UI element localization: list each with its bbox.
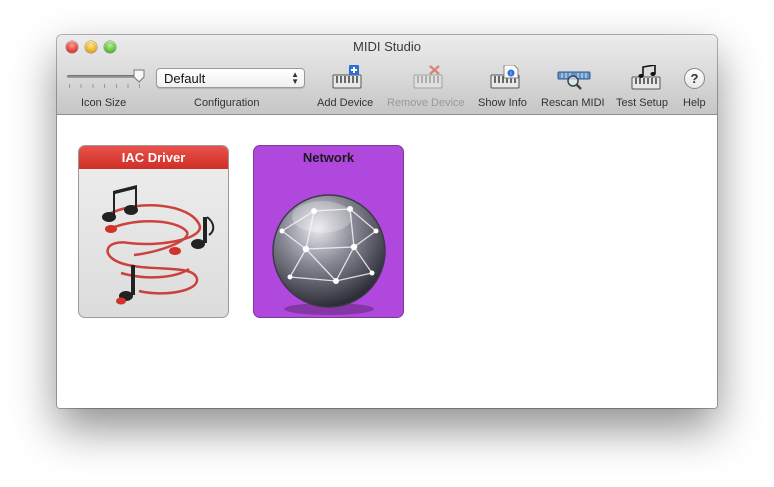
popup-arrows-icon: ▲ ▼ — [291, 70, 299, 86]
window-title: MIDI Studio — [353, 39, 421, 54]
rescan-midi-icon — [557, 71, 591, 90]
test-setup-button[interactable] — [630, 64, 664, 96]
test-setup-icon — [631, 64, 661, 90]
slider-knob[interactable] — [133, 69, 145, 83]
midi-studio-window: MIDI Studio Icon Size Default ▲ ▼ Configu… — [57, 35, 717, 408]
rescan-midi-button[interactable] — [557, 65, 591, 96]
slider-ticks — [69, 84, 141, 88]
help-icon: ? — [690, 71, 699, 86]
help-button[interactable]: ? — [684, 68, 705, 89]
remove-device-icon — [413, 65, 443, 89]
test-setup-label: Test Setup — [616, 97, 668, 109]
network-globe-icon — [272, 194, 386, 315]
svg-text:i: i — [510, 71, 511, 77]
device-iac-driver[interactable]: IAC Driver — [78, 145, 229, 318]
configuration-value: Default — [164, 71, 206, 86]
show-info-label: Show Info — [478, 97, 527, 109]
device-canvas[interactable]: IAC Driver Network — [57, 115, 717, 408]
configuration-label: Configuration — [194, 97, 260, 109]
add-device-label: Add Device — [317, 97, 374, 109]
icon-size-label: Icon Size — [81, 97, 127, 109]
configuration-popup[interactable]: Default ▲ ▼ — [156, 68, 305, 88]
add-device-button[interactable] — [331, 65, 365, 96]
add-device-icon — [332, 65, 362, 89]
remove-device-label: Remove Device — [387, 97, 465, 109]
rescan-midi-label: Rescan MIDI — [541, 97, 605, 109]
remove-device-button[interactable] — [412, 65, 446, 96]
show-info-button[interactable]: i — [489, 64, 523, 96]
device-name: IAC Driver — [79, 146, 228, 169]
show-info-icon: i — [490, 64, 520, 89]
music-notes-icon — [102, 185, 215, 305]
device-name: Network — [302, 150, 355, 165]
help-label: Help — [683, 97, 706, 109]
device-network[interactable]: Network — [253, 145, 404, 318]
icon-size-slider[interactable] — [67, 75, 142, 78]
toolbar: MIDI Studio Icon Size Default ▲ ▼ Configu… — [57, 35, 717, 115]
